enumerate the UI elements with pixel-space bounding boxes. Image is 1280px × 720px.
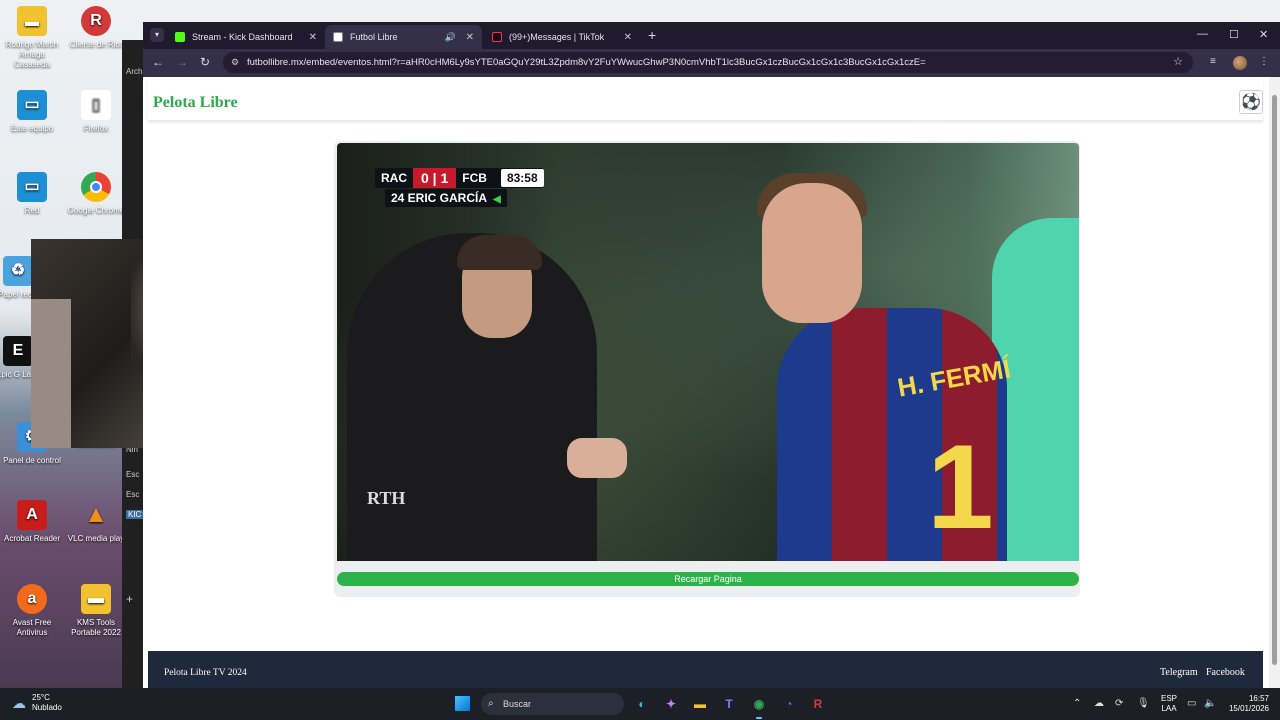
browser-window: ▾ Stream - Kick Dashboard ✕ Futbol Libre… — [143, 22, 1280, 691]
network-icon[interactable]: ▭ — [1187, 698, 1196, 709]
site-info-icon[interactable]: ⚙ — [231, 52, 239, 73]
file-icon: ▯ — [81, 90, 111, 120]
kick-icon — [175, 32, 185, 42]
reload-page-button[interactable]: Recargar Pagina — [337, 572, 1079, 586]
search-icon: ⌕ — [488, 698, 494, 709]
folder-icon: ▬ — [17, 6, 47, 36]
show-hidden-icons[interactable]: ⌃ — [1073, 698, 1081, 709]
menu-icon[interactable]: ⋮ — [1259, 56, 1269, 67]
tab-bar: ▾ Stream - Kick Dashboard ✕ Futbol Libre… — [143, 22, 1280, 49]
site-title[interactable]: Pelota Libre — [153, 94, 238, 112]
avast-icon: a — [17, 584, 47, 614]
reload-browser-button[interactable]: ↻ — [200, 55, 210, 69]
copilot-icon[interactable]: ✦ — [661, 694, 681, 714]
tab-tiktok[interactable]: (99+)Messages | TikTok ✕ — [484, 25, 640, 49]
cloud-icon: ☁ — [12, 695, 26, 711]
new-tab-button[interactable]: + — [648, 27, 656, 43]
desktop-icon-acrobat[interactable]: A Acrobat Reader — [0, 500, 64, 544]
recycle-bin-icon: ♻ — [3, 256, 33, 286]
desktop: ▬ Rodrigo Martin Arriaga Casaseda R Clie… — [0, 0, 1280, 691]
maximize-button[interactable]: ☐ — [1229, 28, 1239, 41]
arrow-left-icon: ◀ — [493, 194, 501, 205]
discord-icon[interactable]: ◔ — [779, 694, 799, 714]
footer-copyright: Pelota Libre TV 2024 — [164, 668, 247, 678]
scroll-thumb[interactable] — [1272, 95, 1277, 665]
desktop-icon-riot[interactable]: R Cliente de Riot — [64, 6, 128, 50]
coach-figure — [347, 233, 597, 561]
tab-kick-dashboard[interactable]: Stream - Kick Dashboard ✕ — [167, 25, 325, 49]
close-window-button[interactable]: ✕ — [1259, 28, 1268, 41]
desktop-icon-firefox[interactable]: ▯ Firefox — [64, 90, 128, 134]
desktop-icon-vlc[interactable]: ▲ VLC media play — [64, 500, 128, 544]
tab-futbol-libre[interactable]: Futbol Libre 🔊 ✕ — [325, 25, 482, 49]
desktop-icon-folder[interactable]: ▬ Rodrigo Martin Arriaga Casaseda — [0, 6, 64, 70]
close-tab-icon[interactable]: ✕ — [309, 32, 317, 43]
folder-icon: ▬ — [81, 584, 111, 614]
close-tab-icon[interactable]: ✕ — [624, 32, 632, 43]
speaker-icon[interactable]: 🔊 — [445, 32, 456, 43]
minimize-button[interactable]: — — [1197, 28, 1208, 40]
vlc-icon: ▲ — [84, 501, 108, 528]
riot-icon: R — [81, 6, 111, 36]
desktop-icon-avast[interactable]: a Avast Free Antivirus — [0, 584, 64, 638]
network-icon: ▭ — [17, 172, 47, 202]
web-page: Pelota Libre ⚽ RTH H. FERMÍ 1 RAC 0 | 1 … — [143, 77, 1267, 691]
riot-taskbar-icon[interactable]: R — [808, 694, 828, 714]
epic-games-icon: E — [3, 336, 33, 366]
browser-toolbar: ← → ↻ ⚙ futbollibre.mx/embed/eventos.htm… — [143, 49, 1280, 77]
system-clock[interactable]: 16:57 15/01/2026 — [1225, 694, 1269, 714]
close-tab-icon[interactable]: ✕ — [466, 32, 474, 43]
site-footer: Pelota Libre TV 2024 Telegram Facebook — [148, 651, 1263, 691]
desktop-icon-kms[interactable]: ▬ KMS Tools Portable 2022 — [64, 584, 128, 638]
sync-icon[interactable]: ⟳ — [1115, 698, 1123, 709]
taskbar: ☁ 25°C Nublado ⌕ Buscar ◐ ✦ ▬ T ◉ ◔ R ⌃ … — [0, 688, 1280, 720]
desktop-icon-chrome[interactable]: Google Chrome — [64, 172, 128, 216]
acrobat-icon: A — [17, 500, 47, 530]
tiktok-icon — [492, 32, 502, 42]
chrome-icon — [81, 172, 111, 202]
page-scrollbar[interactable] — [1269, 77, 1280, 688]
teams-icon[interactable]: T — [719, 694, 739, 714]
file-explorer-icon[interactable]: ▬ — [690, 694, 710, 714]
video-player[interactable]: RTH H. FERMÍ 1 RAC 0 | 1 FCB 83:58 24 ER… — [337, 143, 1079, 561]
tab-search-button[interactable]: ▾ — [150, 28, 164, 42]
taskbar-search[interactable]: ⌕ Buscar — [481, 693, 624, 715]
profile-avatar[interactable] — [1233, 56, 1247, 70]
soccer-ball-icon[interactable]: ⚽ — [1239, 90, 1263, 114]
desktop-icon-este-equipo[interactable]: ▭ Este equipo — [0, 90, 64, 134]
chrome-taskbar-icon[interactable]: ◉ — [749, 694, 769, 719]
media-control-icon[interactable]: ≡ — [1210, 56, 1216, 67]
telegram-link[interactable]: Telegram — [1160, 667, 1198, 678]
microphone-icon[interactable]: 🎙 — [1137, 698, 1150, 709]
edge-icon[interactable]: ◐ — [632, 694, 652, 714]
weather-widget[interactable]: ☁ 25°C Nublado — [12, 693, 62, 713]
substitution-caption: 24 ERIC GARCÍA ◀ — [385, 189, 507, 207]
monitor-icon: ▭ — [17, 90, 47, 120]
site-header: Pelota Libre ⚽ — [148, 77, 1263, 122]
facebook-link[interactable]: Facebook — [1206, 667, 1245, 678]
back-button[interactable]: ← — [152, 55, 164, 69]
onedrive-icon[interactable]: ☁ — [1094, 698, 1104, 709]
start-button[interactable] — [455, 696, 470, 711]
player-card: RTH H. FERMÍ 1 RAC 0 | 1 FCB 83:58 24 ER… — [334, 141, 1080, 597]
language-indicator[interactable]: ESP LAA — [1161, 694, 1177, 714]
volume-icon[interactable]: 🔈 — [1204, 698, 1216, 709]
desktop-icon-red[interactable]: ▭ Red — [0, 172, 64, 216]
scoreboard: RAC 0 | 1 FCB 83:58 — [375, 168, 544, 188]
forward-button[interactable]: → — [176, 55, 188, 69]
futbol-libre-favicon — [333, 32, 343, 42]
address-bar[interactable]: ⚙ futbollibre.mx/embed/eventos.html?r=aH… — [223, 52, 1193, 73]
bookmark-star-icon[interactable]: ☆ — [1173, 52, 1183, 73]
